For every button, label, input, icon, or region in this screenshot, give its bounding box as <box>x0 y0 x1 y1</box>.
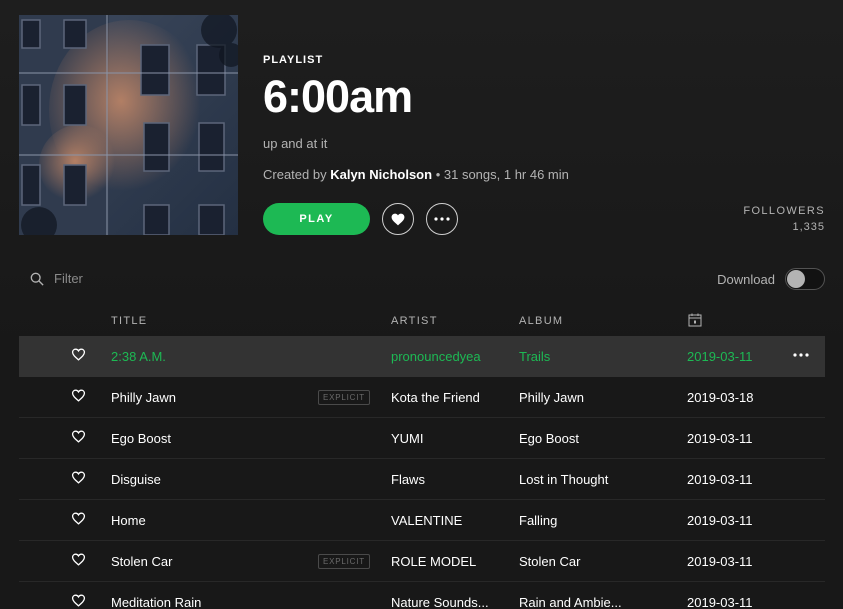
toggle-knob <box>787 270 805 288</box>
track-date-added: 2019-03-11 <box>687 472 753 487</box>
track-artist[interactable]: VALENTINE <box>391 513 503 528</box>
track-album[interactable]: Rain and Ambie... <box>519 595 641 609</box>
track-artist[interactable]: Kota the Friend <box>391 390 503 405</box>
playlist-type-label: PLAYLIST <box>263 54 324 66</box>
search-icon <box>30 272 44 286</box>
track-date-added: 2019-03-11 <box>687 554 753 569</box>
column-header-title[interactable]: TITLE <box>111 315 147 327</box>
track-date-added: 2019-03-11 <box>687 431 753 446</box>
track-album[interactable]: Stolen Car <box>519 554 641 569</box>
heart-outline-icon <box>71 471 86 484</box>
download-label: Download <box>717 271 775 287</box>
track-date-added: 2019-03-11 <box>687 513 753 528</box>
created-prefix: Created by <box>263 167 327 182</box>
track-row[interactable]: Stolen Car EXPLICIT ROLE MODEL Stolen Ca… <box>19 541 825 582</box>
track-row[interactable]: Philly Jawn EXPLICIT Kota the Friend Phi… <box>19 377 825 418</box>
playlist-description: up and at it <box>263 136 328 151</box>
explicit-badge: EXPLICIT <box>318 390 370 405</box>
track-row[interactable]: 2:38 A.M. pronouncedyea Trails 2019-03-1… <box>19 336 825 377</box>
track-title[interactable]: Ego Boost <box>111 431 311 446</box>
track-album[interactable]: Philly Jawn <box>519 390 641 405</box>
column-header-date[interactable] <box>688 313 702 330</box>
followers-info: FOLLOWERS 1,335 <box>743 205 825 233</box>
like-button[interactable] <box>382 203 414 235</box>
playlist-created-by: Created by Kalyn Nicholson • 31 songs, 1… <box>263 167 569 182</box>
heart-icon <box>391 213 405 225</box>
track-album[interactable]: Lost in Thought <box>519 472 641 487</box>
heart-outline-icon <box>71 430 86 443</box>
play-button[interactable]: PLAY <box>263 203 370 235</box>
track-row[interactable]: Meditation Rain Nature Sounds... Rain an… <box>19 582 825 609</box>
track-title[interactable]: Philly Jawn <box>111 390 311 405</box>
track-like-button[interactable] <box>71 348 86 364</box>
heart-outline-icon <box>71 553 86 566</box>
column-header-album[interactable]: ALBUM <box>519 315 563 327</box>
playlist-controls: PLAY <box>263 203 458 235</box>
track-like-button[interactable] <box>71 553 86 569</box>
explicit-badge: EXPLICIT <box>318 554 370 569</box>
track-row[interactable]: Ego Boost YUMI Ego Boost 2019-03-11 <box>19 418 825 459</box>
download-control: Download <box>717 268 825 290</box>
track-row[interactable]: Disguise Flaws Lost in Thought 2019-03-1… <box>19 459 825 500</box>
playlist-title: 6:00am <box>263 71 413 122</box>
heart-outline-icon <box>71 512 86 525</box>
track-artist[interactable]: Flaws <box>391 472 503 487</box>
track-date-added: 2019-03-11 <box>687 349 753 364</box>
track-album[interactable]: Ego Boost <box>519 431 641 446</box>
track-like-button[interactable] <box>71 430 86 446</box>
followers-label: FOLLOWERS <box>743 205 825 217</box>
track-like-button[interactable] <box>71 471 86 487</box>
heart-outline-icon <box>71 594 86 607</box>
track-row[interactable]: Home VALENTINE Falling 2019-03-11 <box>19 500 825 541</box>
cover-art <box>19 15 238 235</box>
track-artist[interactable]: Nature Sounds... <box>391 595 503 609</box>
download-toggle[interactable] <box>785 268 825 290</box>
track-title[interactable]: 2:38 A.M. <box>111 349 311 364</box>
heart-outline-icon <box>71 348 86 361</box>
track-album[interactable]: Trails <box>519 349 641 364</box>
more-options-button[interactable] <box>426 203 458 235</box>
ellipsis-icon <box>434 217 450 221</box>
owner-link[interactable]: Kalyn Nicholson <box>330 167 432 182</box>
track-like-button[interactable] <box>71 512 86 528</box>
track-artist[interactable]: pronouncedyea <box>391 349 503 364</box>
filter-box <box>30 271 194 286</box>
track-title[interactable]: Home <box>111 513 311 528</box>
track-album[interactable]: Falling <box>519 513 641 528</box>
track-list: 2:38 A.M. pronouncedyea Trails 2019-03-1… <box>19 336 825 609</box>
track-title[interactable]: Meditation Rain <box>111 595 311 609</box>
followers-count: 1,335 <box>792 221 825 233</box>
track-date-added: 2019-03-18 <box>687 390 754 405</box>
playlist-stats: • 31 songs, 1 hr 46 min <box>435 167 569 182</box>
track-like-button[interactable] <box>71 389 86 405</box>
calendar-icon <box>688 313 702 327</box>
heart-outline-icon <box>71 389 86 402</box>
track-artist[interactable]: ROLE MODEL <box>391 554 503 569</box>
track-date-added: 2019-03-11 <box>687 595 753 609</box>
track-artist[interactable]: YUMI <box>391 431 503 446</box>
playlist-cover-image <box>19 15 238 235</box>
track-like-button[interactable] <box>71 594 86 609</box>
playlist-header: PLAYLIST 6:00am up and at it Created by … <box>263 54 569 182</box>
column-header-artist[interactable]: ARTIST <box>391 315 438 327</box>
filter-input[interactable] <box>54 271 194 286</box>
track-title[interactable]: Stolen Car <box>111 554 311 569</box>
track-title[interactable]: Disguise <box>111 472 311 487</box>
ellipsis-icon <box>793 353 809 357</box>
track-more-button[interactable] <box>793 345 809 360</box>
